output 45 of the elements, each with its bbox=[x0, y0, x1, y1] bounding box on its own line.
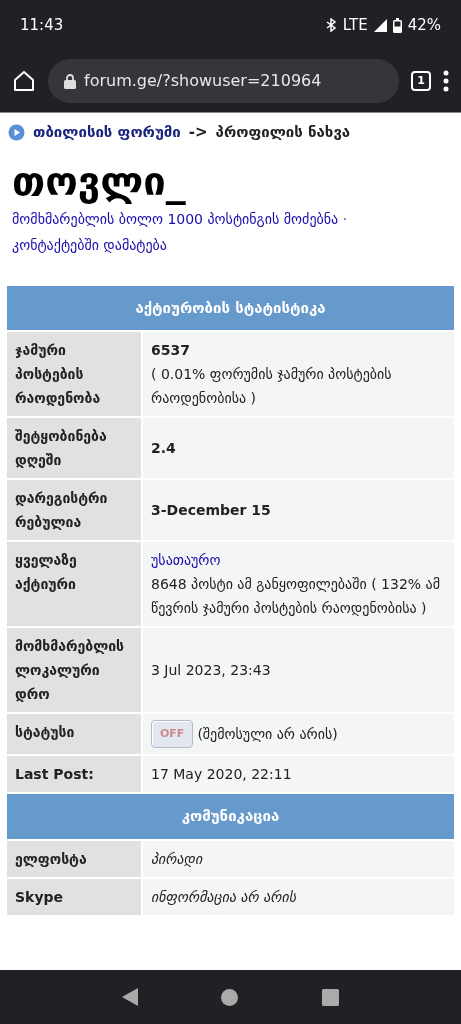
profile-link[interactable]: მომხმარებლის ბოლო 1000 პოსტინგის მოძებნა bbox=[12, 210, 339, 227]
breadcrumb-link[interactable]: თბილისის ფორუმი bbox=[33, 121, 181, 144]
battery-level: 42% bbox=[407, 14, 441, 36]
row-label: Skype bbox=[7, 878, 141, 915]
menu-icon[interactable] bbox=[443, 70, 449, 92]
address-bar[interactable]: forum.ge/?showuser=210964 bbox=[48, 59, 399, 103]
battery-icon bbox=[392, 17, 402, 33]
breadcrumb-current: პროფილის ნახვა bbox=[215, 122, 351, 143]
back-icon[interactable] bbox=[121, 988, 138, 1006]
row-label: ჯამური პოსტების რაოდენობა bbox=[7, 332, 141, 416]
section-header: კომუნიკაცია bbox=[7, 794, 454, 839]
signal-icon bbox=[373, 18, 387, 32]
profile-link[interactable]: კონტაქტებში დამატება bbox=[12, 236, 167, 253]
stat-value: 3-December 15 bbox=[151, 501, 272, 520]
stat-value: 6537 bbox=[151, 341, 191, 360]
username-title: თოვლი_ bbox=[11, 156, 187, 206]
row-label: Last Post: bbox=[7, 756, 141, 792]
lock-icon bbox=[64, 73, 76, 89]
forum-link[interactable]: უსათაურო bbox=[151, 548, 446, 572]
status-text: (შემოსული არ არის) bbox=[197, 725, 338, 744]
section-header: აქტიურობის სტატისტიკა bbox=[7, 285, 454, 330]
stat-note: 8648 პოსტი ამ განყოფილებაში ( 132% ამ წევრის ჯამური პოსტების რაოდენობისა ) bbox=[151, 575, 441, 618]
breadcrumb-separator: -> bbox=[188, 122, 208, 143]
row-label: ელფოსტა bbox=[7, 840, 141, 877]
clock: 11:43 bbox=[20, 14, 64, 36]
home-button-icon[interactable] bbox=[221, 988, 239, 1006]
stat-note: ( 0.01% ფორუმის ჯამური პოსტების რაოდენობისა ) bbox=[151, 365, 393, 408]
field-value: 3 Jul 2023, 23:43 bbox=[151, 661, 272, 680]
row-label: ყველაზე აქტიური bbox=[7, 542, 141, 626]
field-value: ინფორმაცია არ არის bbox=[151, 887, 297, 907]
row-label: სტატუსი bbox=[7, 714, 141, 754]
field-value: 17 May 2020, 22:11 bbox=[151, 765, 293, 784]
row-label: მომხმარებლის ლოკალური დრო bbox=[7, 628, 141, 712]
home-icon[interactable] bbox=[12, 69, 36, 93]
row-label: დარეგისტრი რებულია bbox=[7, 480, 141, 540]
field-value: პირადი bbox=[151, 849, 204, 869]
status-badge: OFF bbox=[151, 720, 194, 748]
link-separator: · bbox=[341, 210, 348, 227]
network-label: LTE bbox=[342, 14, 368, 36]
row-label: შეტყობინება დღეში bbox=[7, 418, 141, 478]
stat-value: 2.4 bbox=[151, 439, 177, 458]
play-icon bbox=[8, 123, 25, 141]
recents-icon[interactable] bbox=[322, 988, 340, 1006]
tab-count[interactable]: 1 bbox=[411, 71, 431, 91]
bluetooth-icon bbox=[324, 18, 337, 32]
